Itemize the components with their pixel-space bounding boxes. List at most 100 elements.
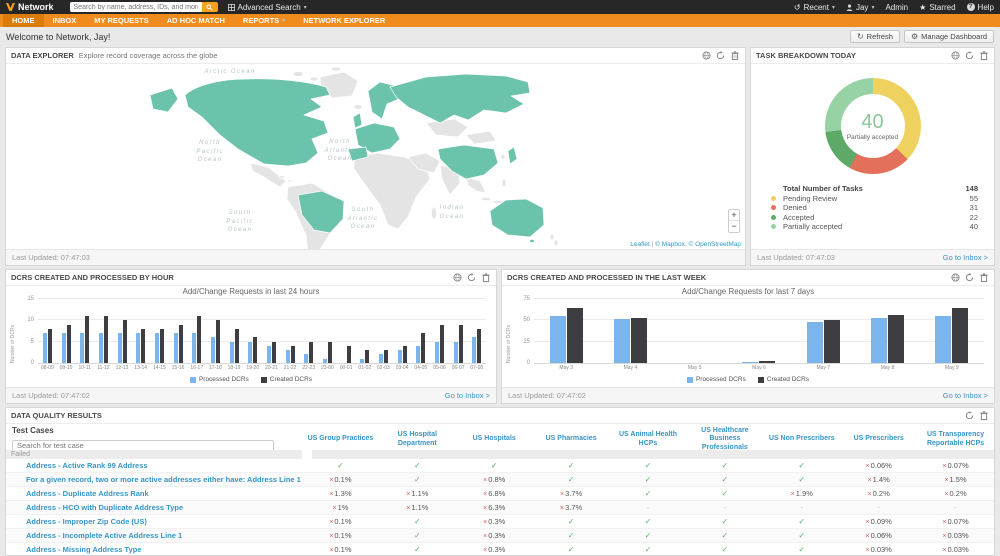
nav-item-my-requests[interactable]: MY REQUESTS (85, 14, 157, 27)
result-cell: ✓ (686, 517, 763, 526)
result-cell: ×0.07% (917, 517, 994, 526)
welcome-text: Welcome to Network, Jay! (6, 32, 110, 42)
globe-icon[interactable] (950, 272, 961, 283)
trash-icon[interactable] (729, 50, 740, 61)
test-case-link[interactable]: For a given record, two or more active a… (6, 475, 302, 484)
task-breakdown-panel: TASK BREAKDOWN TODAY 40 Partially accept… (750, 47, 995, 266)
bar (118, 333, 122, 363)
nav-item-inbox[interactable]: INBOX (44, 14, 86, 27)
bar (403, 346, 407, 363)
bar (477, 329, 481, 363)
refresh-icon[interactable] (964, 272, 975, 283)
user-menu[interactable]: Jay▾ (846, 3, 874, 12)
help-icon: ? (967, 3, 975, 11)
panel-title: DCRS CREATED AND PROCESSED BY HOUR (11, 273, 174, 282)
dcrs-last-week-panel: DCRS CREATED AND PROCESSED IN THE LAST W… (501, 269, 995, 404)
test-case-link[interactable]: Address - HCO with Duplicate Address Typ… (6, 503, 302, 512)
go-to-inbox-link[interactable]: Go to Inbox > (943, 391, 988, 400)
go-to-inbox-link[interactable]: Go to Inbox > (445, 391, 490, 400)
trash-icon[interactable] (978, 272, 989, 283)
result-cell: ✓ (763, 531, 840, 540)
legend-swatch (687, 377, 693, 383)
advanced-search[interactable]: Advanced Search ▾ (228, 3, 307, 12)
test-case-link[interactable]: Address - Active Rank 99 Address (6, 461, 302, 470)
chevron-down-icon: ▾ (871, 4, 874, 11)
legend-item[interactable]: Processed DCRs (190, 376, 249, 383)
trash-icon[interactable] (480, 272, 491, 283)
bar (328, 342, 332, 363)
admin-link[interactable]: Admin (885, 3, 908, 12)
donut-center-value: 40 (861, 112, 883, 132)
refresh-icon[interactable] (715, 50, 726, 61)
refresh-icon[interactable] (466, 272, 477, 283)
advanced-search-icon (228, 4, 235, 11)
globe-icon[interactable] (452, 272, 463, 283)
app-logo[interactable]: Network (6, 2, 54, 12)
chart-legend: Processed DCRs Created DCRs (506, 376, 990, 383)
test-case-link[interactable]: Address - Incomplete Active Address Line… (6, 531, 302, 540)
legend-item[interactable]: Created DCRs (261, 376, 312, 383)
zoom-out-button[interactable]: − (729, 221, 739, 232)
refresh-icon[interactable] (964, 410, 975, 421)
result-cell: ×0.3% (456, 531, 533, 540)
globe-icon[interactable] (950, 50, 961, 61)
column-header-link[interactable]: US Pharmacies (533, 435, 610, 443)
go-to-inbox-link[interactable]: Go to Inbox > (943, 253, 988, 262)
result-cell: ×0.2% (917, 489, 994, 498)
bar-group (920, 300, 984, 363)
starred-link[interactable]: ★Starred (919, 3, 955, 12)
legend-item[interactable]: Processed DCRs (687, 376, 746, 383)
mapbox-link[interactable]: © Mapbox (655, 241, 685, 248)
refresh-icon[interactable] (964, 50, 975, 61)
data-quality-panel: DATA QUALITY RESULTS Test Cases US Group… (5, 407, 995, 556)
column-header-link[interactable]: US Group Practices (302, 435, 379, 443)
nav-item-reports[interactable]: REPORTS▾ (234, 14, 294, 27)
result-cell: ×1.5% (917, 475, 994, 484)
column-header-link[interactable]: US Hospitals (456, 435, 533, 443)
x-tick-label: May 7 (791, 365, 855, 371)
column-header-link[interactable]: US Hospital Department (379, 431, 456, 447)
help-link[interactable]: ?Help (967, 3, 994, 12)
global-search-input[interactable] (70, 2, 202, 12)
leaflet-link[interactable]: Leaflet (630, 241, 650, 248)
test-case-link[interactable]: Address - Improper Zip Code (US) (6, 517, 302, 526)
bar-group (393, 300, 412, 363)
test-case-link[interactable]: Address - Duplicate Address Rank (6, 489, 302, 498)
result-cell: ×1.1% (379, 489, 456, 498)
recent-menu[interactable]: ↺ Recent▾ (794, 3, 835, 12)
zoom-in-button[interactable]: + (729, 210, 739, 221)
trash-icon[interactable] (978, 50, 989, 61)
x-tick-label: 22-23 (299, 365, 318, 371)
legend-item[interactable]: Created DCRs (758, 376, 809, 383)
donut-center-label: Partially accepted (847, 134, 898, 141)
test-case-rows: Address - Active Rank 99 Address✓✓✓✓✓✓✓×… (6, 459, 994, 556)
column-header-link[interactable]: US Animal Health HCPs (610, 431, 687, 447)
result-cell: ×0.03% (917, 531, 994, 540)
nav-item-ad-hoc-match[interactable]: AD HOC MATCH (158, 14, 234, 27)
bar-group (374, 300, 393, 363)
column-header-link[interactable]: US Non Prescribers (763, 435, 840, 443)
result-cell: ✓ (379, 531, 456, 540)
result-cell: - (686, 503, 763, 512)
nav-item-network-explorer[interactable]: NETWORK EXPLORER (294, 14, 394, 27)
task-donut-chart[interactable]: 40 Partially accepted (825, 78, 921, 174)
world-map[interactable]: + − Leaflet | © Mapbox, © OpenStreetMap … (6, 65, 745, 249)
bar (416, 346, 420, 363)
nav-item-home[interactable]: HOME (3, 14, 44, 27)
bar (104, 316, 108, 363)
x-tick-label: 20-21 (262, 365, 281, 371)
column-header-link[interactable]: US Transparency Reportable HCPs (917, 431, 994, 447)
trash-icon[interactable] (978, 410, 989, 421)
column-header-link[interactable]: US Prescribers (840, 435, 917, 443)
result-cell: - (917, 503, 994, 512)
globe-icon[interactable] (701, 50, 712, 61)
donut-center: 40 Partially accepted (841, 94, 905, 158)
refresh-button[interactable]: ↻Refresh (850, 30, 900, 43)
manage-dashboard-button[interactable]: ⚙Manage Dashboard (904, 30, 994, 43)
test-case-link[interactable]: Address - Missing Address Type (6, 545, 302, 554)
task-legend: Total Number of Tasks148Pending Review55… (771, 184, 978, 232)
osm-link[interactable]: © OpenStreetMap (689, 241, 741, 248)
last-updated: Last Updated: 07:47:02 (12, 391, 90, 400)
search-button[interactable] (202, 2, 218, 12)
column-header-link[interactable]: US Healthcare Business Professionals (686, 427, 763, 451)
